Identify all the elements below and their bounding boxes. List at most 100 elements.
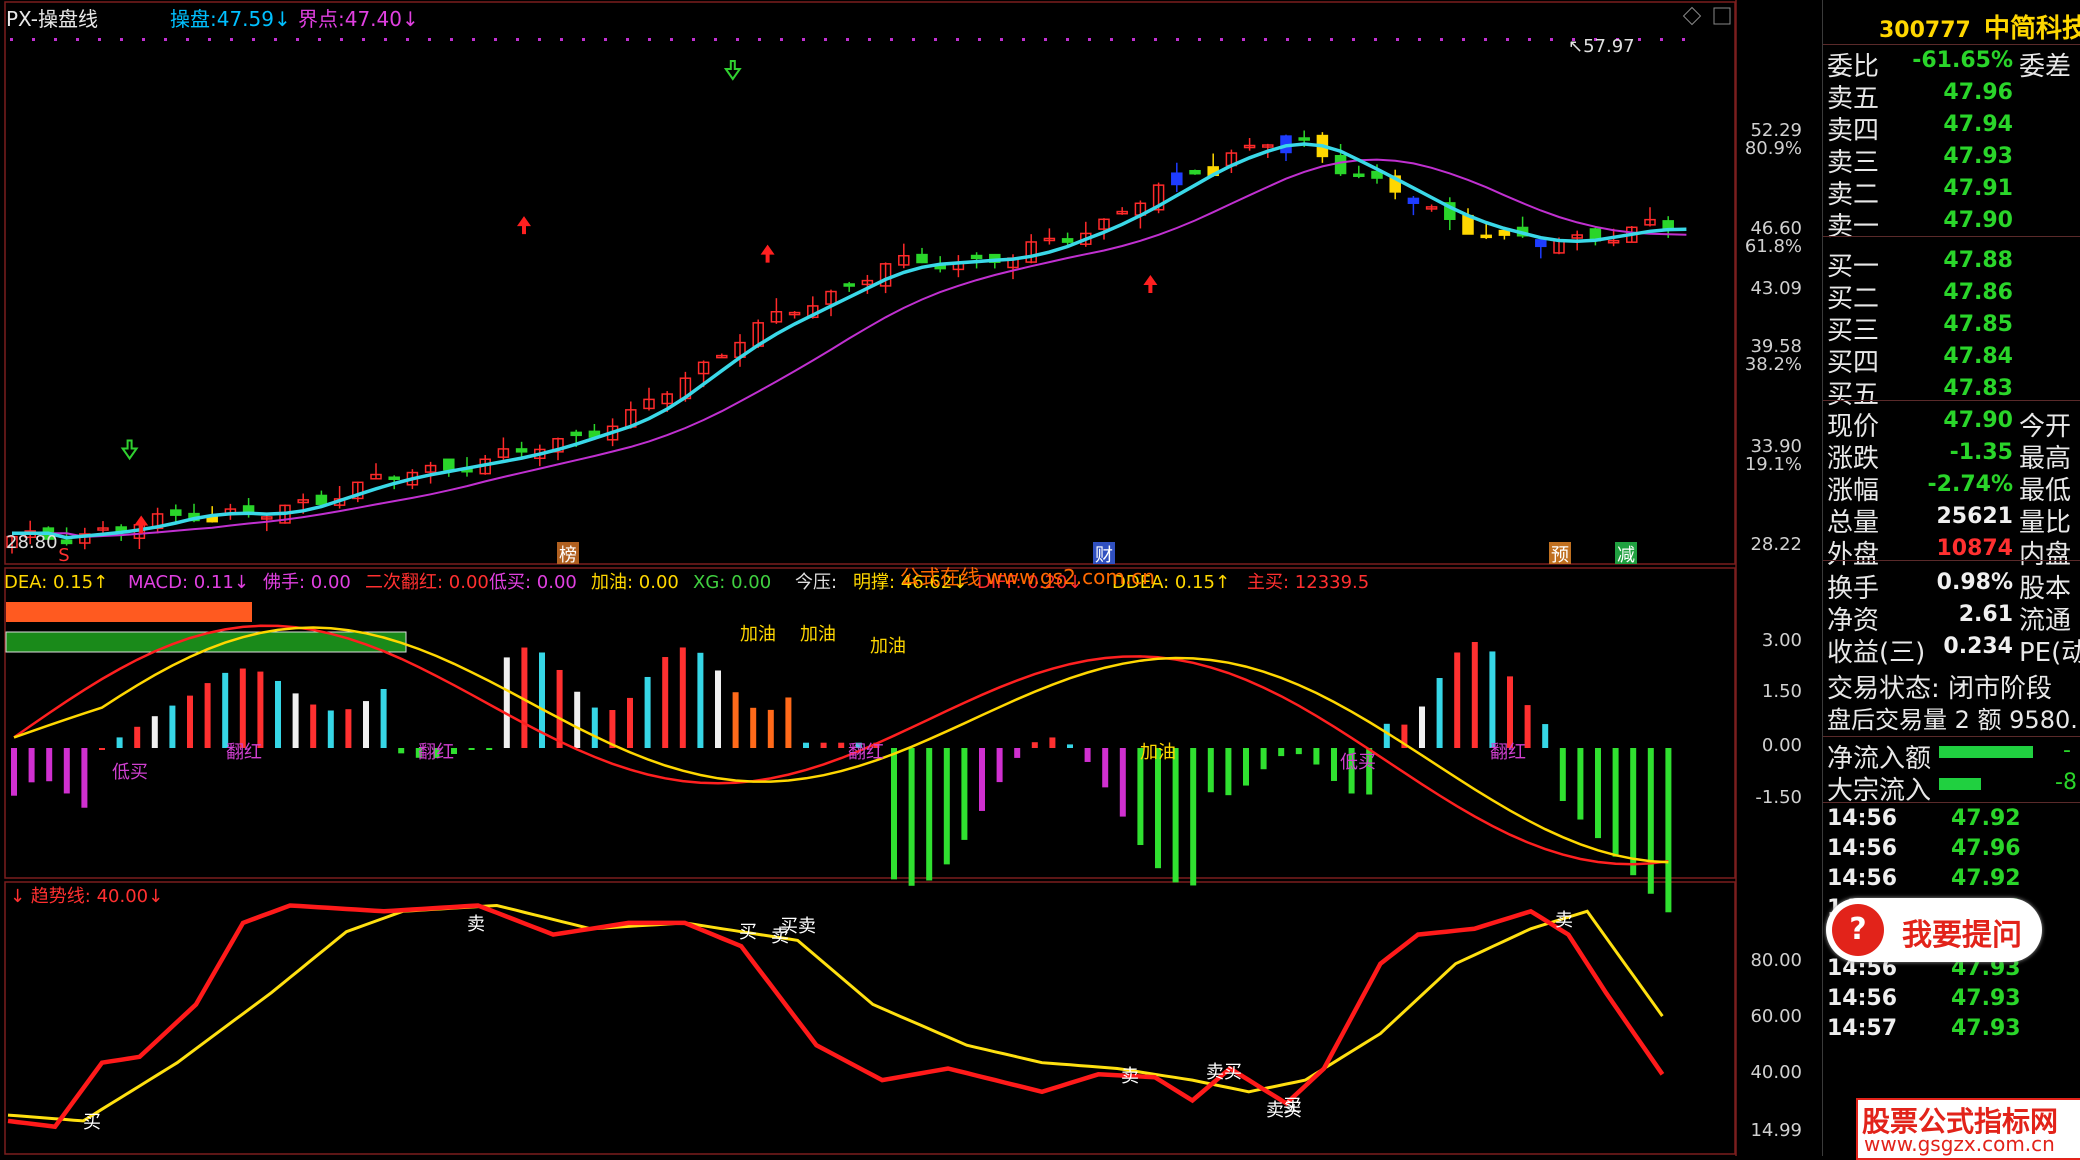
quote-row: 涨幅 -2.74% 最低	[1823, 470, 2080, 506]
quote-separator	[1823, 400, 2080, 401]
signal-arrow-down	[723, 60, 742, 81]
candle-body	[515, 448, 528, 453]
macd-histogram-bar	[1190, 748, 1197, 886]
top-dot	[1550, 38, 1553, 41]
ma-slow-line	[12, 158, 1687, 538]
top-dot	[494, 38, 497, 41]
diamond-icon	[1682, 6, 1702, 26]
ask-question-button[interactable]: ? 我要提问	[1826, 898, 2042, 962]
macd-histogram-bar	[1260, 748, 1267, 770]
top-dot	[1264, 38, 1267, 41]
quote-row-value: -2.74%	[1927, 472, 2013, 497]
tick-row: 14:57 47.93	[1823, 1016, 2080, 1046]
macd-histogram-bar	[961, 748, 968, 840]
top-dot	[252, 38, 255, 41]
macd-legend-item: 今压:	[795, 572, 837, 593]
quote-row-value: 47.90	[1943, 408, 2013, 433]
macd-legend-item: XG: 0.00	[693, 572, 771, 593]
candle-body	[1334, 155, 1347, 175]
trend-signal-label: 买	[83, 1112, 101, 1133]
macd-histogram-bar	[204, 683, 211, 748]
top-dot	[54, 38, 57, 41]
macd-histogram-bar	[169, 705, 176, 748]
price-axis-label: 43.09	[1750, 278, 1802, 299]
macd-histogram-bar	[908, 748, 915, 886]
top-dot	[1418, 38, 1421, 41]
top-dot	[1374, 38, 1377, 41]
quote-row-value: 10874	[1936, 536, 2013, 561]
candle-body	[1480, 234, 1492, 239]
candle-body	[315, 494, 328, 505]
macd-histogram-bar	[1243, 748, 1249, 786]
macd-annotation: 翻红	[418, 742, 454, 763]
top-dot	[1462, 38, 1465, 41]
top-dot	[1330, 38, 1333, 41]
macd-histogram-bar	[1155, 748, 1161, 869]
macd-legend-item: 加油: 0.00	[591, 572, 679, 593]
macd-histogram-bar	[63, 748, 70, 794]
top-dot	[868, 38, 871, 41]
macd-histogram-bar	[1383, 723, 1390, 748]
macd-axis-label: 3.00	[1762, 630, 1802, 651]
top-dot	[978, 38, 981, 41]
top-dot	[824, 38, 827, 41]
macd-histogram-bar	[697, 652, 704, 748]
macd-histogram-bar	[1278, 748, 1285, 757]
quote-row: 委比 -61.65% 委差	[1823, 46, 2080, 82]
tick-price: 47.93	[1951, 1016, 2021, 1041]
tick-price: 47.92	[1951, 866, 2021, 891]
top-dot	[1638, 38, 1641, 41]
top-dot	[1484, 38, 1487, 41]
quote-row-value: 47.83	[1943, 376, 2013, 401]
macd-histogram-bar	[134, 726, 141, 748]
quote-row-value: 0.234	[1943, 634, 2013, 659]
macd-annotation: 加油	[1140, 742, 1176, 763]
top-dot	[1396, 38, 1399, 41]
top-dot	[604, 38, 607, 41]
macd-histogram-bar	[1067, 744, 1073, 748]
tick-time: 14:56	[1827, 986, 1898, 1011]
block-inflow-value: -8	[2055, 770, 2077, 795]
top-dot	[98, 38, 101, 41]
macd-histogram-bar	[891, 748, 897, 880]
trend-axis-label: 14.99	[1750, 1120, 1802, 1141]
top-dot	[274, 38, 277, 41]
macd-histogram-bar	[1542, 724, 1549, 748]
question-icon: ?	[1832, 904, 1884, 956]
top-dot	[626, 38, 629, 41]
candle-body	[970, 254, 983, 260]
quote-row-value: 47.86	[1943, 280, 2013, 305]
tick-time: 14:56	[1827, 806, 1898, 831]
macd-histogram-bar	[11, 748, 17, 796]
top-dot	[296, 38, 299, 41]
quote-row-extra-label: 内盘	[2019, 540, 2072, 570]
quote-row-value: 47.88	[1943, 248, 2013, 273]
main-panel-frame	[4, 1, 1736, 565]
macd-histogram-bar	[1172, 748, 1179, 883]
macd-histogram-bar	[468, 748, 475, 750]
macd-histogram-bar	[1049, 737, 1056, 748]
macd-histogram-bar	[116, 737, 123, 748]
top-dot	[450, 38, 453, 41]
top-dot	[32, 38, 35, 41]
trend-signal-label: 卖	[1121, 1066, 1139, 1087]
macd-histogram-bar	[1577, 748, 1584, 820]
trend-fast-line	[7, 903, 1665, 1130]
macd-histogram-bar	[1471, 642, 1478, 748]
quote-row: 卖三 47.93	[1823, 142, 2080, 178]
macd-histogram-bar	[574, 691, 581, 748]
macd-legend-item: 佛手: 0.00	[263, 572, 351, 593]
quote-row-value: 25621	[1936, 504, 2013, 529]
macd-histogram-bar	[1331, 748, 1337, 781]
signal-arrow-up	[517, 216, 531, 235]
quote-row: 买四 47.84	[1823, 342, 2080, 378]
trend-axis-label: 80.00	[1750, 950, 1802, 971]
kline-chart-svg[interactable]: PX-操盘线 操盘:47.59↓ 界点:47.40↓52.2980.9%46.606…	[0, 0, 1818, 1156]
stock-header[interactable]: 300777 中简科技	[1879, 8, 2080, 45]
chart-area[interactable]: PX-操盘线 操盘:47.59↓ 界点:47.40↓ 52.29 80.9% 46.60 6…	[0, 0, 1818, 1156]
net-inflow-bar	[1939, 746, 2033, 758]
macd-histogram-bar	[1295, 748, 1302, 755]
macd-histogram-bar	[310, 704, 317, 748]
quote-row: 换手 0.98% 股本	[1823, 568, 2080, 604]
top-dot	[802, 38, 805, 41]
